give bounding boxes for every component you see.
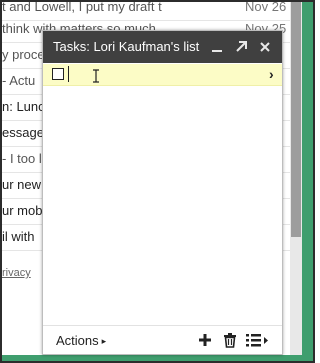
mail-row-text: ur new	[2, 177, 42, 192]
page-scrollbar-thumb[interactable]	[291, 2, 301, 237]
mail-row-text: il with	[2, 229, 35, 244]
privacy-link[interactable]: rivacy	[2, 267, 31, 279]
mail-row-text: n: Lunc	[2, 99, 45, 114]
trash-icon[interactable]	[221, 331, 239, 349]
text-cursor-icon	[93, 69, 99, 83]
list-icon[interactable]	[245, 331, 269, 349]
mail-row-text: - Actu	[2, 73, 36, 88]
plus-icon[interactable]	[196, 331, 214, 349]
mail-row-text: t and Lowell, I put my draft t	[2, 0, 162, 14]
task-details-arrow-icon[interactable]: ›	[269, 66, 274, 82]
window-accent-border-bottom	[2, 355, 313, 361]
tasks-title: Tasks: Lori Kaufman's list	[53, 39, 200, 54]
window-accent-border	[302, 2, 313, 361]
screenshot-frame: t and Lowell, I put my draft t Nov 26 th…	[0, 0, 315, 363]
actions-menu-button[interactable]: Actions ▸	[56, 333, 106, 348]
task-item-row[interactable]: ›	[43, 64, 282, 86]
mail-row-text: - I too l	[2, 151, 42, 166]
actions-label: Actions	[56, 333, 99, 348]
mail-row-text: y proce	[2, 47, 45, 62]
close-icon[interactable]	[257, 39, 273, 55]
minimize-icon[interactable]	[209, 39, 225, 55]
tasks-window: Tasks: Lori Kaufman's list › Actions ▸	[42, 30, 283, 355]
tasks-footer: Actions ▸	[43, 325, 282, 354]
tasks-titlebar[interactable]: Tasks: Lori Kaufman's list	[43, 31, 282, 63]
task-checkbox[interactable]	[52, 68, 64, 80]
mail-row-text: ur mob	[2, 203, 43, 218]
mail-row-text: essage	[2, 125, 44, 140]
expand-arrow-icon[interactable]	[233, 39, 249, 55]
actions-caret-icon: ▸	[101, 336, 107, 346]
mail-row-date: Nov 26	[245, 0, 287, 14]
